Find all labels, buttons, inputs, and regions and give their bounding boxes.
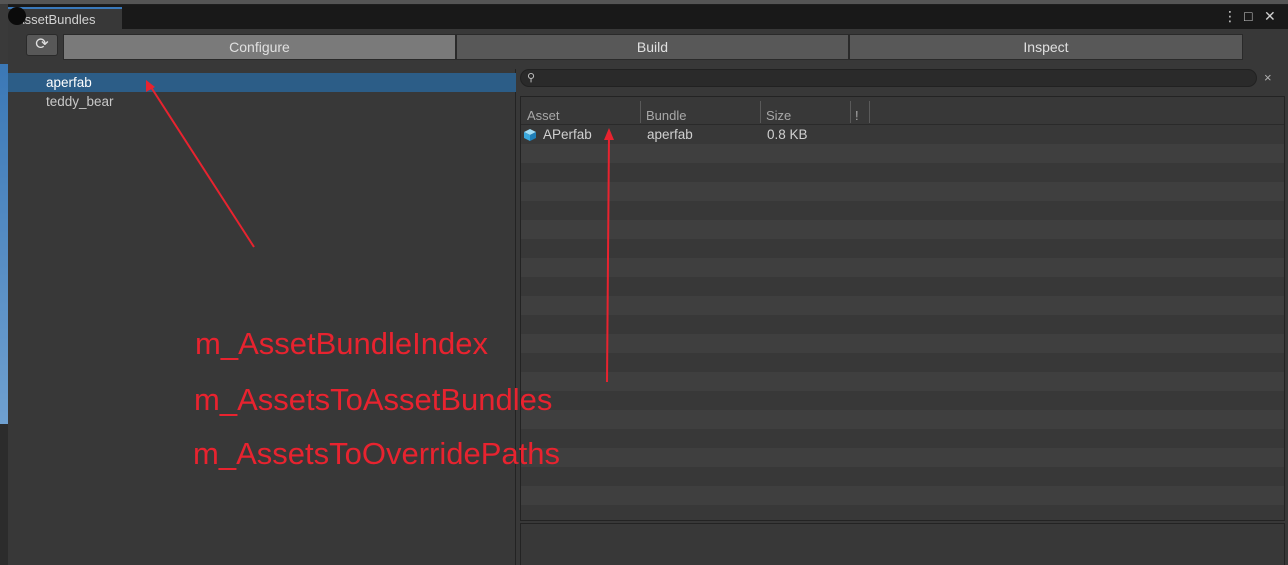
empty-table-row [521,296,1284,315]
tab-inspect[interactable]: Inspect [849,34,1243,60]
bundle-item-aperfab[interactable]: aperfab [8,73,516,92]
empty-table-row [521,467,1284,486]
close-icon[interactable]: ✕ [1264,8,1276,24]
empty-table-row [521,334,1284,353]
empty-table-row [521,372,1284,391]
refresh-icon: ⟳ [35,36,49,53]
title-bar: AssetBundles ⋮ □ ✕ [8,5,1288,29]
empty-table-row [521,315,1284,334]
column-header-size[interactable]: Size [766,107,791,125]
asset-detail-pane: ⚲ × Asset Bundle Size ! APerfab aperfab … [520,69,1288,565]
maximize-icon[interactable]: □ [1244,8,1252,24]
asset-name-cell: APerfab [543,127,592,142]
empty-table-row [521,353,1284,372]
clear-search-icon[interactable]: × [1264,69,1272,87]
bundle-name-cell: aperfab [647,127,693,142]
search-icon: ⚲ [527,72,536,84]
column-divider[interactable] [760,101,761,123]
empty-table-row [521,391,1284,410]
empty-table-row [521,410,1284,429]
window-tab-label: AssetBundles [16,12,96,27]
menu-icon[interactable]: ⋮ [1223,8,1237,24]
empty-table-row [521,505,1284,520]
prefab-icon [524,129,536,141]
empty-table-row [521,220,1284,239]
empty-table-row [521,258,1284,277]
size-cell: 0.8 KB [767,127,808,142]
tab-build[interactable]: Build [456,34,849,60]
asset-table: Asset Bundle Size ! APerfab aperfab 0.8 … [520,96,1285,521]
search-field[interactable]: ⚲ [520,69,1257,87]
asset-detail-panel [520,523,1285,565]
column-divider[interactable] [850,101,851,123]
bundle-list-pane: aperfab teddy_bear [8,69,516,565]
desktop-left-edge [0,4,8,565]
empty-table-row [521,163,1284,182]
empty-table-row [521,486,1284,505]
toolbar: ⟳ Configure Build Inspect [8,29,1288,65]
empty-table-row [521,277,1284,296]
desktop-panel [0,424,8,565]
column-header-bundle[interactable]: Bundle [646,107,686,125]
column-divider[interactable] [869,101,870,123]
tab-configure[interactable]: Configure [63,34,456,60]
empty-table-row [521,201,1284,220]
table-header: Asset Bundle Size ! [521,97,1284,125]
empty-table-row [521,239,1284,258]
search-input[interactable] [539,70,1239,86]
refresh-button[interactable]: ⟳ [26,34,58,56]
column-divider[interactable] [640,101,641,123]
empty-table-row [521,448,1284,467]
empty-table-row [521,182,1284,201]
empty-table-row [521,144,1284,163]
bundle-item-teddy-bear[interactable]: teddy_bear [8,92,516,111]
empty-table-row [521,429,1284,448]
column-header-asset[interactable]: Asset [527,107,560,125]
column-header-warning[interactable]: ! [855,107,859,125]
assetbundles-window: AssetBundles ⋮ □ ✕ ⟳ Configure Build Ins… [8,4,1288,565]
desktop-background [0,64,8,424]
cursor-dot-icon [8,7,26,25]
table-row[interactable]: APerfab aperfab 0.8 KB [521,125,1284,144]
